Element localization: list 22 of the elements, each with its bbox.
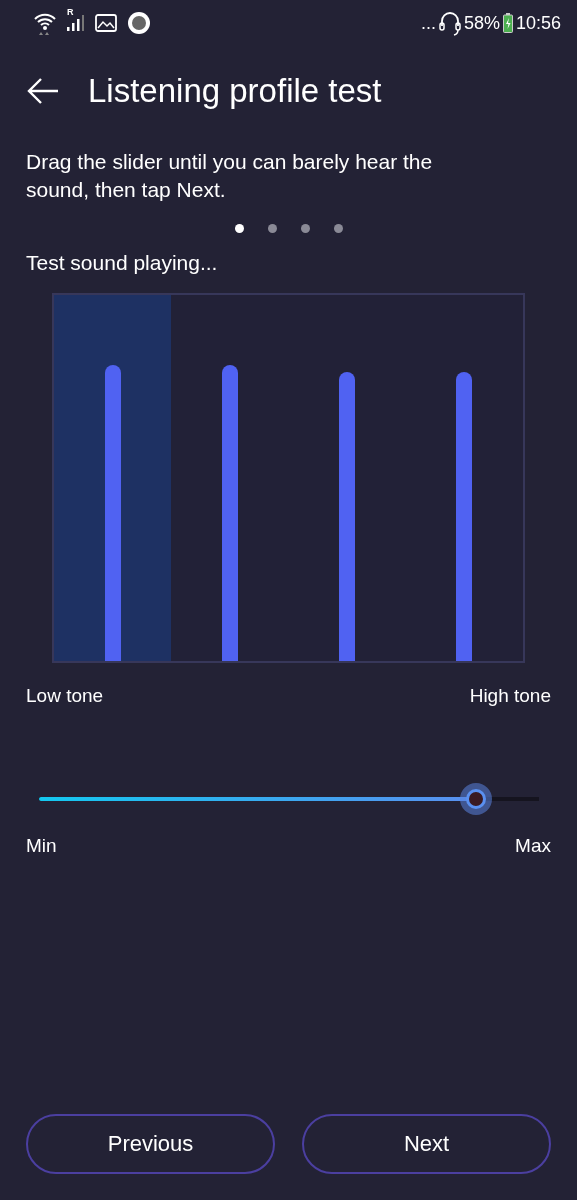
headset-icon [438, 10, 461, 36]
back-button[interactable] [26, 77, 60, 105]
record-icon [127, 11, 151, 35]
high-tone-label: High tone [469, 685, 551, 707]
clock: 10:56 [515, 12, 561, 34]
roaming-label: R [67, 7, 74, 17]
battery-charging-icon [502, 13, 513, 33]
wifi-icon [33, 11, 57, 35]
instruction-text: Drag the slider until you can barely hear the sound, then tap Next. [26, 149, 434, 203]
nav-button[interactable]: Next [302, 1114, 551, 1174]
image-icon [95, 14, 117, 32]
status-text: Test sound playing... [26, 251, 219, 275]
slider-handle[interactable] [466, 789, 486, 809]
nav-button[interactable]: Previous [26, 1114, 275, 1174]
page-title: Listening profile test [88, 72, 382, 110]
low-tone-label: Low tone [26, 685, 104, 707]
max-label: Max [515, 835, 551, 857]
signal-icon [67, 15, 85, 31]
frequency-band[interactable] [54, 295, 172, 661]
min-label: Min [26, 835, 57, 857]
overflow-indicator: ... [420, 12, 436, 34]
battery-percent: 58% [463, 12, 500, 34]
